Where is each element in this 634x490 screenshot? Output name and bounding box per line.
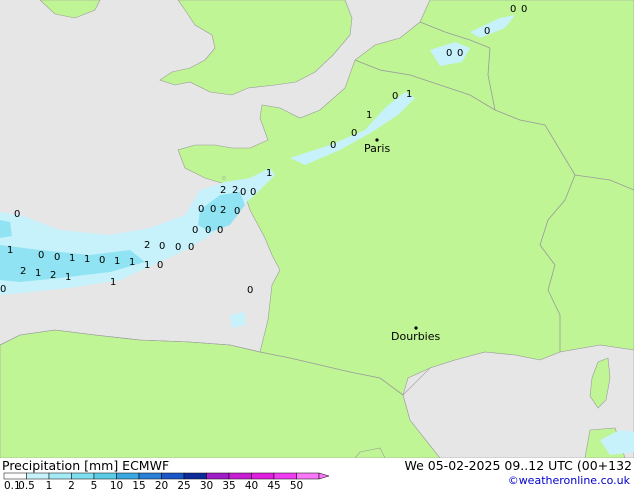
legend-swatch — [48, 472, 72, 480]
precip-value: 0 — [159, 241, 165, 252]
color-legend: 0.10.5 1 2 5 10 15 20 25 30 35 40 45 50 — [3, 472, 330, 490]
legend-label: 45 — [267, 480, 280, 490]
precip-value: 0 — [510, 4, 516, 15]
precip-value: 1 — [35, 268, 41, 279]
legend-swatch — [228, 472, 252, 480]
precip-value: 1 — [114, 256, 120, 267]
precip-value: 0 — [198, 204, 204, 215]
legend-swatch — [296, 472, 320, 480]
land-guernsey — [222, 176, 226, 180]
legend-label: 5 — [91, 480, 98, 490]
legend-label: 30 — [200, 480, 213, 490]
precip-value: 0 — [351, 128, 357, 139]
precip-value: 1 — [84, 254, 90, 265]
precip-value: 1 — [65, 272, 71, 283]
legend-swatch — [161, 472, 185, 480]
legend-label: 1 — [46, 480, 53, 490]
legend-swatch — [251, 472, 275, 480]
precip-value: 0 — [484, 26, 490, 37]
map-title: Precipitation [mm] ECMWF — [2, 458, 170, 473]
precip-value: 0 — [521, 4, 527, 15]
precip-value: 0 — [192, 225, 198, 236]
legend-label: 10 — [110, 480, 123, 490]
precip-value: 0 — [205, 225, 211, 236]
precip-value: 0 — [54, 252, 60, 263]
precip-value: 2 — [232, 185, 238, 196]
legend-label: 35 — [222, 480, 235, 490]
precip-value: 1 — [69, 253, 75, 264]
precip-value: 0 — [330, 140, 336, 151]
precip-value: 0 — [247, 285, 253, 296]
precip-value: 2 — [220, 205, 226, 216]
legend-swatch — [273, 472, 297, 480]
precip-value: 0 — [457, 48, 463, 59]
city-label: Dourbies — [391, 330, 441, 343]
city-label: Paris — [364, 142, 390, 155]
legend-label: 15 — [132, 480, 145, 490]
credit-link[interactable]: ©weatheronline.co.uk — [508, 474, 630, 487]
precip-value: 0 — [99, 255, 105, 266]
precip-value: 0 — [217, 225, 223, 236]
legend-label: 20 — [155, 480, 168, 490]
precip-value: 0 — [234, 206, 240, 217]
legend-arrow — [318, 472, 330, 480]
precip-value: 0 — [250, 187, 256, 198]
precip-value: 2 — [50, 270, 56, 281]
precip-value: 2 — [20, 266, 26, 277]
legend-swatch — [93, 472, 117, 480]
precipitation-map: 0 0 0 0 0 1 0 1 0 0 1 2 2 0 0 0 0 2 0 0 … — [0, 0, 634, 458]
legend-label: 2 — [68, 480, 75, 490]
precip-value: 0 — [446, 48, 452, 59]
legend-swatch — [71, 472, 95, 480]
precip-value: 1 — [144, 260, 150, 271]
precip-value: 1 — [129, 257, 135, 268]
precip-value: 0 — [38, 250, 44, 261]
legend-swatch — [206, 472, 230, 480]
precip-value: 0 — [175, 242, 181, 253]
legend-swatch — [138, 472, 162, 480]
precip-value: 2 — [144, 240, 150, 251]
precip-value: 2 — [220, 185, 226, 196]
precip-value: 1 — [366, 110, 372, 121]
precip-value: 1 — [7, 245, 13, 256]
legend-swatch — [26, 472, 50, 480]
legend-label: 40 — [245, 480, 258, 490]
precip-value: 1 — [110, 277, 116, 288]
legend-label: 0.5 — [18, 480, 35, 490]
valid-time: We 05-02-2025 09..12 UTC (00+132 — [404, 458, 632, 473]
precip-value: 0 — [0, 284, 6, 295]
precip-value: 1 — [406, 89, 412, 100]
precip-value: 1 — [266, 168, 272, 179]
precip-value: 0 — [14, 209, 20, 220]
legend-label: 50 — [290, 480, 303, 490]
precip-value: 0 — [210, 204, 216, 215]
legend-swatch — [116, 472, 140, 480]
precip-value: 0 — [392, 91, 398, 102]
precip-value: 0 — [188, 242, 194, 253]
precip-value: 0 — [157, 260, 163, 271]
precip-value: 0 — [240, 187, 246, 198]
legend-label: 25 — [177, 480, 190, 490]
legend-swatch — [183, 472, 207, 480]
legend-swatch — [3, 472, 27, 480]
